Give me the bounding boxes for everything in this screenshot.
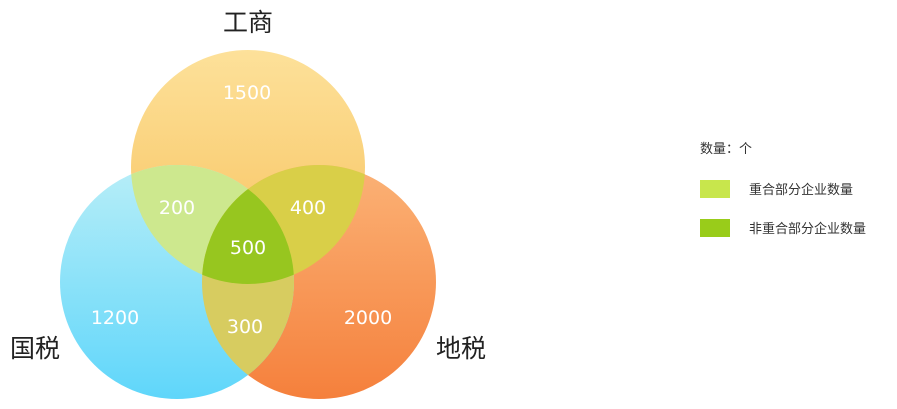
region-value-gongshang-dishui: 400 [290,197,326,219]
region-value-gongshang: 1500 [223,82,271,104]
legend-item-non-overlap[interactable]: 非重合部分企业数量 [700,218,890,237]
set-label-guoshui: 国税 [10,334,60,363]
region-value-gongshang-guoshui: 200 [159,197,195,219]
set-label-dishui: 地税 [436,334,486,363]
venn-diagram: 工商 国税 地税 1500 1200 2000 200 400 300 500 [10,8,486,399]
region-value-guoshui: 1200 [91,307,139,329]
region-value-guoshui-dishui: 300 [227,316,263,338]
legend-swatch-overlap [700,179,730,198]
legend-item-overlap[interactable]: 重合部分企业数量 [700,179,890,198]
legend-title: 数量：个 [700,142,753,157]
region-value-all: 500 [230,237,266,259]
legend-label-non-overlap: 非重合部分企业数量 [749,222,867,237]
legend-swatch-non-overlap [700,218,730,237]
legend: 数量：个 重合部分企业数量 非重合部分企业数量 [700,138,890,257]
set-label-gongshang: 工商 [223,8,273,37]
legend-label-overlap: 重合部分企业数量 [749,183,854,198]
region-value-dishui: 2000 [344,307,392,329]
